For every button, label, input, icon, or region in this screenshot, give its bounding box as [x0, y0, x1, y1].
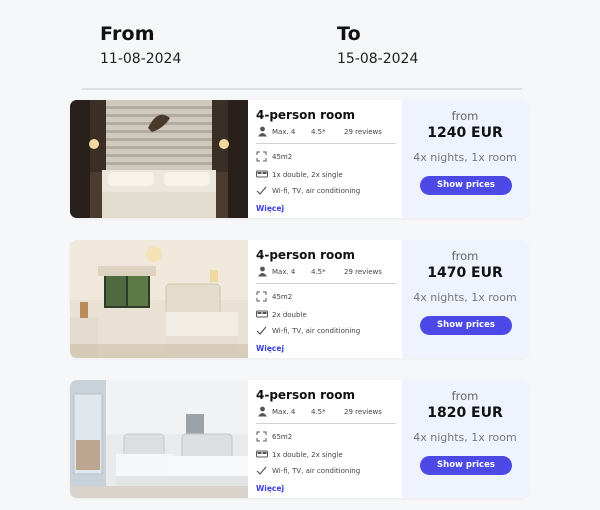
rating: 4.5*	[311, 128, 326, 136]
area-value: 65m2	[272, 433, 293, 441]
area-icon	[256, 431, 267, 444]
to-date[interactable]: To 15-08-2024	[337, 22, 418, 68]
rating: 4.5*	[311, 268, 326, 276]
feature-amenities: Wi-fi, TV, air conditioning	[256, 185, 400, 197]
person-icon	[257, 266, 268, 279]
reviews-count[interactable]: 29 reviews	[344, 268, 382, 276]
feature-amenities: Wi-fi, TV, air conditioning	[256, 465, 400, 477]
price-amount: 1820 EUR	[427, 405, 503, 421]
from-date[interactable]: From 11-08-2024	[100, 22, 181, 68]
feature-area: 45m2	[256, 151, 400, 163]
check-icon	[256, 465, 267, 478]
reviews-count[interactable]: 29 reviews	[344, 408, 382, 416]
feature-beds: 1x double, 2x single	[256, 169, 400, 181]
area-value: 45m2	[272, 293, 293, 301]
room-title: 4-person room	[256, 248, 355, 262]
more-link[interactable]: Więcej	[256, 484, 284, 493]
beds-value: 1x double, 2x single	[272, 451, 343, 459]
price-panel: from 1470 EUR 4x nights, 1x room Show pr…	[402, 240, 528, 358]
check-icon	[256, 325, 267, 338]
show-prices-button[interactable]: Show prices	[420, 456, 512, 475]
area-icon	[256, 291, 267, 304]
divider	[82, 88, 522, 90]
show-prices-button[interactable]: Show prices	[420, 176, 512, 195]
show-prices-button[interactable]: Show prices	[420, 316, 512, 335]
price-from-label: from	[451, 109, 479, 123]
room-info: 4-person room Max. 4 4.5* 29 reviews 45m…	[256, 240, 400, 358]
room-title: 4-person room	[256, 388, 355, 402]
max-guests: Max. 4	[272, 128, 296, 136]
from-value[interactable]: 11-08-2024	[100, 50, 181, 68]
bed-icon	[256, 169, 268, 182]
from-label: From	[100, 23, 155, 45]
price-from-label: from	[451, 249, 479, 263]
more-link[interactable]: Więcej	[256, 204, 284, 213]
beds-value: 2x double	[272, 311, 307, 319]
person-icon	[257, 406, 268, 419]
max-guests: Max. 4	[272, 268, 296, 276]
room-photo	[70, 100, 248, 218]
area-value: 45m2	[272, 153, 293, 161]
amenities-value: Wi-fi, TV, air conditioning	[272, 187, 361, 195]
to-label: To	[337, 23, 361, 45]
room-card: 4-person room Max. 4 4.5* 29 reviews 65m…	[70, 380, 528, 498]
room-photo	[70, 240, 248, 358]
feature-beds: 2x double	[256, 309, 400, 321]
bed-icon	[256, 309, 268, 322]
to-value[interactable]: 15-08-2024	[337, 50, 418, 68]
room-photo	[70, 380, 248, 498]
person-icon	[257, 126, 268, 139]
more-link[interactable]: Więcej	[256, 344, 284, 353]
stay-summary: 4x nights, 1x room	[413, 151, 517, 164]
feature-beds: 1x double, 2x single	[256, 449, 400, 461]
room-info: 4-person room Max. 4 4.5* 29 reviews 65m…	[256, 380, 400, 498]
reviews-count[interactable]: 29 reviews	[344, 128, 382, 136]
room-info: 4-person room Max. 4 4.5* 29 reviews 45m…	[256, 100, 400, 218]
rating: 4.5*	[311, 408, 326, 416]
room-meta: Max. 4 4.5* 29 reviews	[256, 266, 400, 278]
feature-amenities: Wi-fi, TV, air conditioning	[256, 325, 400, 337]
price-panel: from 1240 EUR 4x nights, 1x room Show pr…	[402, 100, 528, 218]
room-card: 4-person room Max. 4 4.5* 29 reviews 45m…	[70, 100, 528, 218]
price-from-label: from	[451, 389, 479, 403]
beds-value: 1x double, 2x single	[272, 171, 343, 179]
area-icon	[256, 151, 267, 164]
room-meta: Max. 4 4.5* 29 reviews	[256, 126, 400, 138]
room-title: 4-person room	[256, 108, 355, 122]
stay-summary: 4x nights, 1x room	[413, 431, 517, 444]
separator	[256, 143, 396, 144]
feature-area: 65m2	[256, 431, 400, 443]
price-amount: 1240 EUR	[427, 125, 503, 141]
amenities-value: Wi-fi, TV, air conditioning	[272, 467, 361, 475]
date-range: From 11-08-2024 To 15-08-2024	[0, 22, 600, 72]
price-amount: 1470 EUR	[427, 265, 503, 281]
feature-area: 45m2	[256, 291, 400, 303]
check-icon	[256, 185, 267, 198]
room-card: 4-person room Max. 4 4.5* 29 reviews 45m…	[70, 240, 528, 358]
separator	[256, 423, 396, 424]
stay-summary: 4x nights, 1x room	[413, 291, 517, 304]
bed-icon	[256, 449, 268, 462]
separator	[256, 283, 396, 284]
room-meta: Max. 4 4.5* 29 reviews	[256, 406, 400, 418]
price-panel: from 1820 EUR 4x nights, 1x room Show pr…	[402, 380, 528, 498]
amenities-value: Wi-fi, TV, air conditioning	[272, 327, 361, 335]
max-guests: Max. 4	[272, 408, 296, 416]
